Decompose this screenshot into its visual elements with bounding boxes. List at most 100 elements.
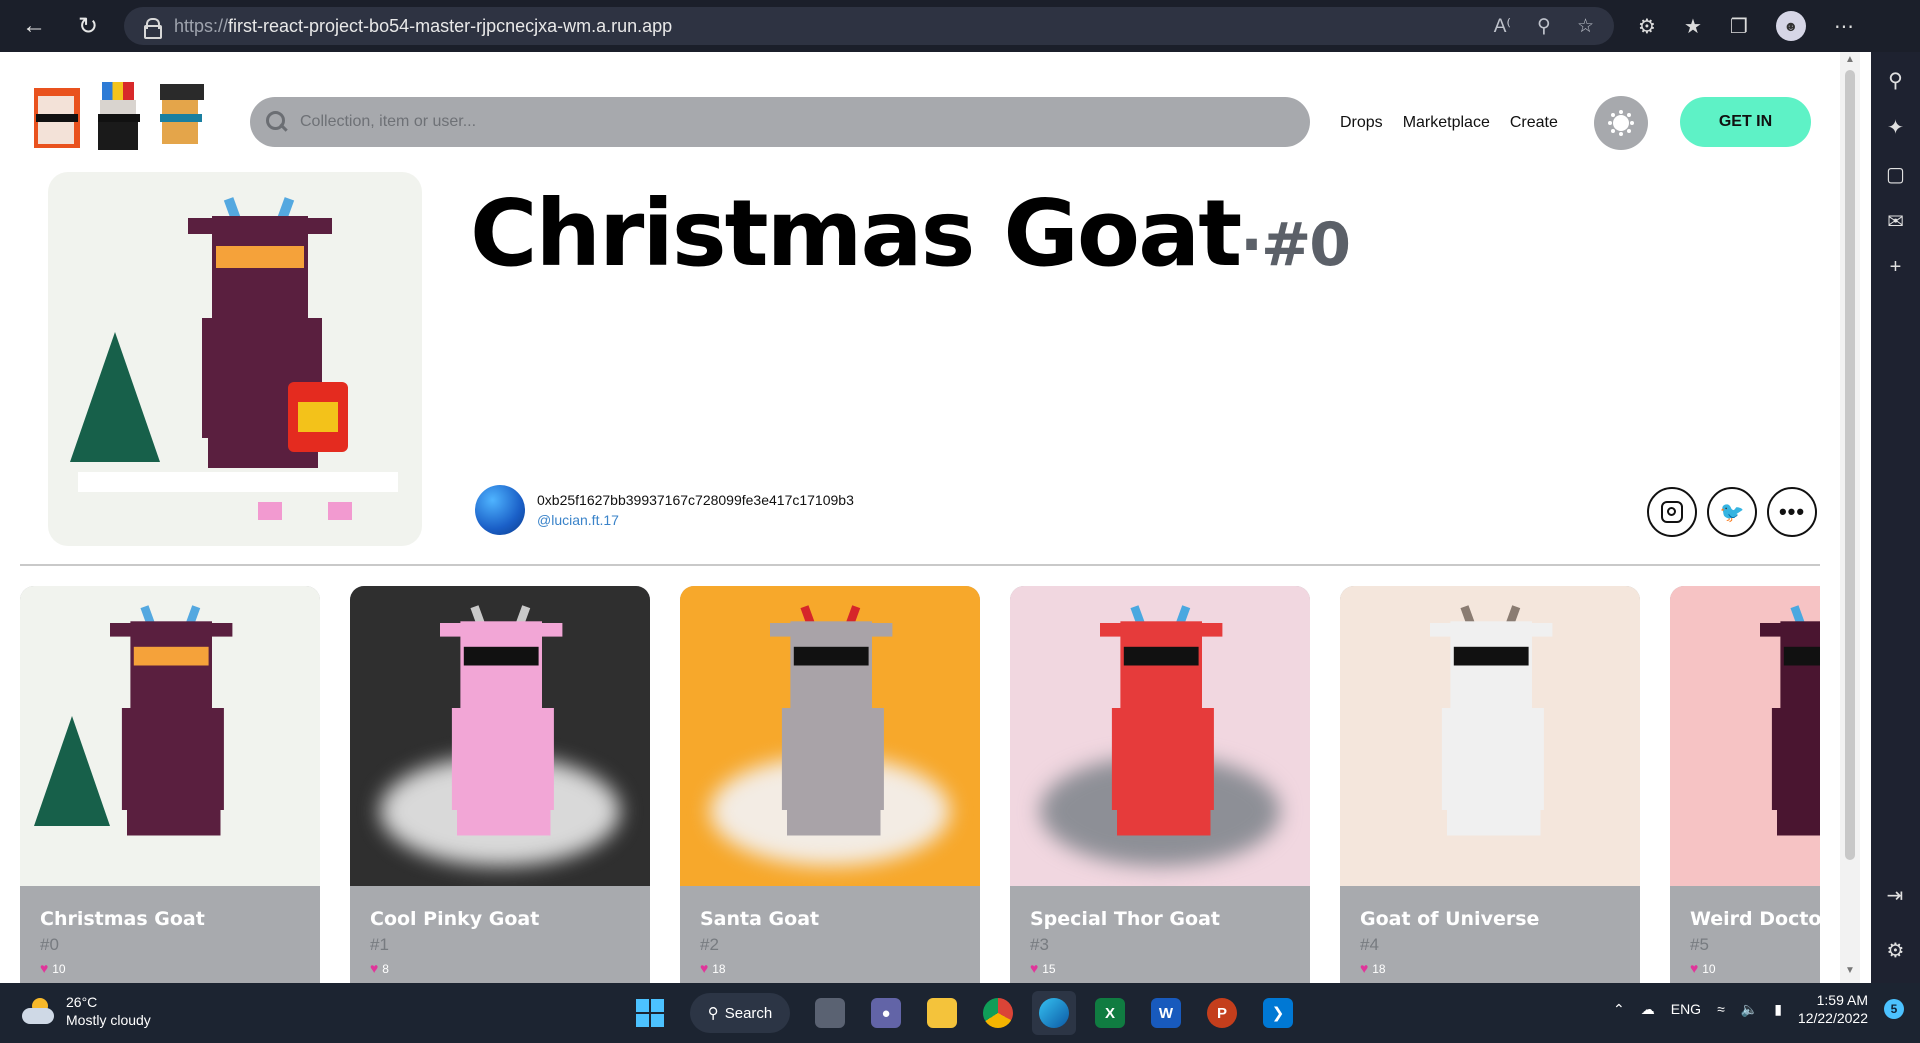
taskbar-search-button[interactable]: ⚲ Search <box>690 993 790 1033</box>
vscode-button[interactable]: ❯ <box>1256 991 1300 1035</box>
nft-card-likes[interactable]: ♥ 10 <box>1690 960 1716 976</box>
nft-card[interactable]: Weird Doctor #5 ♥ 10 <box>1670 586 1820 983</box>
nft-card-image[interactable] <box>350 586 650 886</box>
nft-card-likes[interactable]: ♥ 10 <box>40 960 66 976</box>
battery-icon[interactable]: ▮ <box>1774 1001 1782 1018</box>
more-menu-icon[interactable]: ⋯ <box>1834 14 1854 39</box>
nft-card-number: #5 <box>1690 935 1709 954</box>
back-arrow-icon[interactable]: ← <box>16 8 52 44</box>
read-aloud-icon[interactable]: A⁽ <box>1494 15 1511 38</box>
folder-icon <box>927 998 957 1028</box>
owner-handle-link[interactable]: @lucian.ft.17 <box>537 510 854 530</box>
site-logo[interactable] <box>30 82 206 154</box>
nft-card[interactable]: Special Thor Goat #3 ♥ 15 <box>1010 586 1310 983</box>
volume-icon[interactable]: 🔈 <box>1741 1001 1758 1018</box>
clock-time: 1:59 AM <box>1816 992 1868 1008</box>
likes-count: 10 <box>1702 962 1716 976</box>
nav-marketplace[interactable]: Marketplace <box>1403 114 1490 132</box>
wifi-icon[interactable]: ≈ <box>1717 1001 1725 1017</box>
reload-icon[interactable]: ↻ <box>70 8 106 44</box>
nav-drops[interactable]: Drops <box>1340 114 1383 132</box>
address-bar[interactable]: https://first-react-project-bo54-master-… <box>124 7 1614 45</box>
file-explorer-button[interactable] <box>920 991 964 1035</box>
profile-avatar-icon[interactable]: ☻ <box>1775 11 1806 41</box>
nft-title: Christmas Goat <box>470 180 1242 287</box>
heart-icon: ♥ <box>1360 960 1373 976</box>
sidebar-search-icon[interactable]: ⚲ <box>1888 68 1903 93</box>
search-input[interactable] <box>300 113 1200 131</box>
theme-toggle-button[interactable] <box>1594 96 1648 150</box>
nft-card-number: #4 <box>1360 935 1379 954</box>
system-tray: ⌃ ☁ ENG ≈ 🔈 ▮ 1:59 AM 12/22/2022 5 <box>1613 991 1904 1027</box>
social-links: 🐦 ••• <box>1647 487 1817 537</box>
search-bar[interactable] <box>250 97 1310 147</box>
discover-icon[interactable]: ✦ <box>1887 115 1904 140</box>
teams-chat-button[interactable]: ● <box>864 991 908 1035</box>
add-sidebar-icon[interactable]: + <box>1890 256 1902 279</box>
nav-create[interactable]: Create <box>1510 114 1558 132</box>
weather-desc: Mostly cloudy <box>66 1012 151 1028</box>
twitter-icon: 🐦 <box>1719 501 1745 524</box>
nft-card-likes[interactable]: ♥ 15 <box>1030 960 1056 976</box>
task-view-icon <box>815 998 845 1028</box>
extensions-icon[interactable]: ⚙ <box>1638 14 1656 39</box>
instagram-button[interactable] <box>1647 487 1697 537</box>
add-favorite-icon[interactable]: ☆ <box>1577 15 1594 38</box>
weather-widget[interactable]: 26°C Mostly cloudy <box>22 993 151 1029</box>
edge-button[interactable] <box>1032 991 1076 1035</box>
sun-icon <box>1613 115 1629 131</box>
hero-nft-image[interactable] <box>48 172 422 546</box>
scroll-up-arrow-icon[interactable]: ▲ <box>1840 54 1860 70</box>
office-icon[interactable]: ▢ <box>1886 162 1905 187</box>
nft-card[interactable]: Christmas Goat #0 ♥ 10 <box>20 586 320 983</box>
windows-taskbar: 26°C Mostly cloudy ⚲ Search ● X W P ❯ ⌃ ☁… <box>0 983 1920 1043</box>
partly-cloudy-icon <box>22 998 54 1024</box>
nft-card-image[interactable] <box>20 586 320 886</box>
nft-card-likes[interactable]: ♥ 18 <box>1360 960 1386 976</box>
nft-card[interactable]: Santa Goat #2 ♥ 18 <box>680 586 980 983</box>
onedrive-cloud-icon[interactable]: ☁ <box>1641 1001 1655 1018</box>
heart-icon: ♥ <box>40 960 53 976</box>
nft-card-image[interactable] <box>1670 586 1820 886</box>
get-in-button[interactable]: GET IN <box>1680 97 1811 147</box>
excel-button[interactable]: X <box>1088 991 1132 1035</box>
outlook-icon[interactable]: ✉ <box>1887 209 1904 234</box>
scroll-down-arrow-icon[interactable]: ▼ <box>1840 965 1860 981</box>
heart-icon: ♥ <box>370 960 383 976</box>
page-scrollbar[interactable]: ▲ ▼ <box>1840 52 1860 983</box>
nft-card-image[interactable] <box>1340 586 1640 886</box>
more-dots-icon: ••• <box>1778 499 1806 524</box>
nft-card-likes[interactable]: ♥ 8 <box>370 960 389 976</box>
page-content: Drops Marketplace Create GET IN Christma… <box>0 52 1840 983</box>
nft-card[interactable]: Goat of Universe #4 ♥ 18 <box>1340 586 1640 983</box>
owner-avatar[interactable] <box>475 485 525 535</box>
favorites-icon[interactable]: ★ <box>1684 14 1702 39</box>
edge-icon <box>1039 998 1069 1028</box>
likes-count: 15 <box>1042 962 1056 976</box>
chevron-up-icon[interactable]: ⌃ <box>1613 1001 1625 1018</box>
nft-card-image[interactable] <box>1010 586 1310 886</box>
nft-card-likes[interactable]: ♥ 18 <box>700 960 726 976</box>
nft-card-title: Santa Goat <box>700 908 820 930</box>
sidebar-toggle-icon[interactable]: ⇥ <box>1887 883 1905 908</box>
start-button[interactable] <box>628 991 672 1035</box>
nft-card[interactable]: Cool Pinky Goat #1 ♥ 8 <box>350 586 650 983</box>
notification-badge[interactable]: 5 <box>1884 999 1904 1019</box>
clock[interactable]: 1:59 AM 12/22/2022 <box>1798 991 1868 1027</box>
twitter-button[interactable]: 🐦 <box>1707 487 1757 537</box>
nft-card-list: Christmas Goat #0 ♥ 10 Cool Pinky Goat #1 ♥ 8… <box>20 586 1820 983</box>
more-options-button[interactable]: ••• <box>1767 487 1817 537</box>
likes-count: 18 <box>712 962 726 976</box>
scroll-thumb[interactable] <box>1845 70 1855 860</box>
collections-icon[interactable]: ❐ <box>1730 14 1748 39</box>
lock-icon[interactable] <box>144 17 162 39</box>
nft-card-image[interactable] <box>680 586 980 886</box>
settings-gear-icon[interactable]: ⚙ <box>1887 938 1905 963</box>
zoom-icon[interactable]: ⚲ <box>1537 15 1551 38</box>
language-indicator[interactable]: ENG <box>1671 1001 1701 1017</box>
nft-card-number: #2 <box>700 935 719 954</box>
chrome-button[interactable] <box>976 991 1020 1035</box>
word-button[interactable]: W <box>1144 991 1188 1035</box>
task-view-button[interactable] <box>808 991 852 1035</box>
powerpoint-button[interactable]: P <box>1200 991 1244 1035</box>
